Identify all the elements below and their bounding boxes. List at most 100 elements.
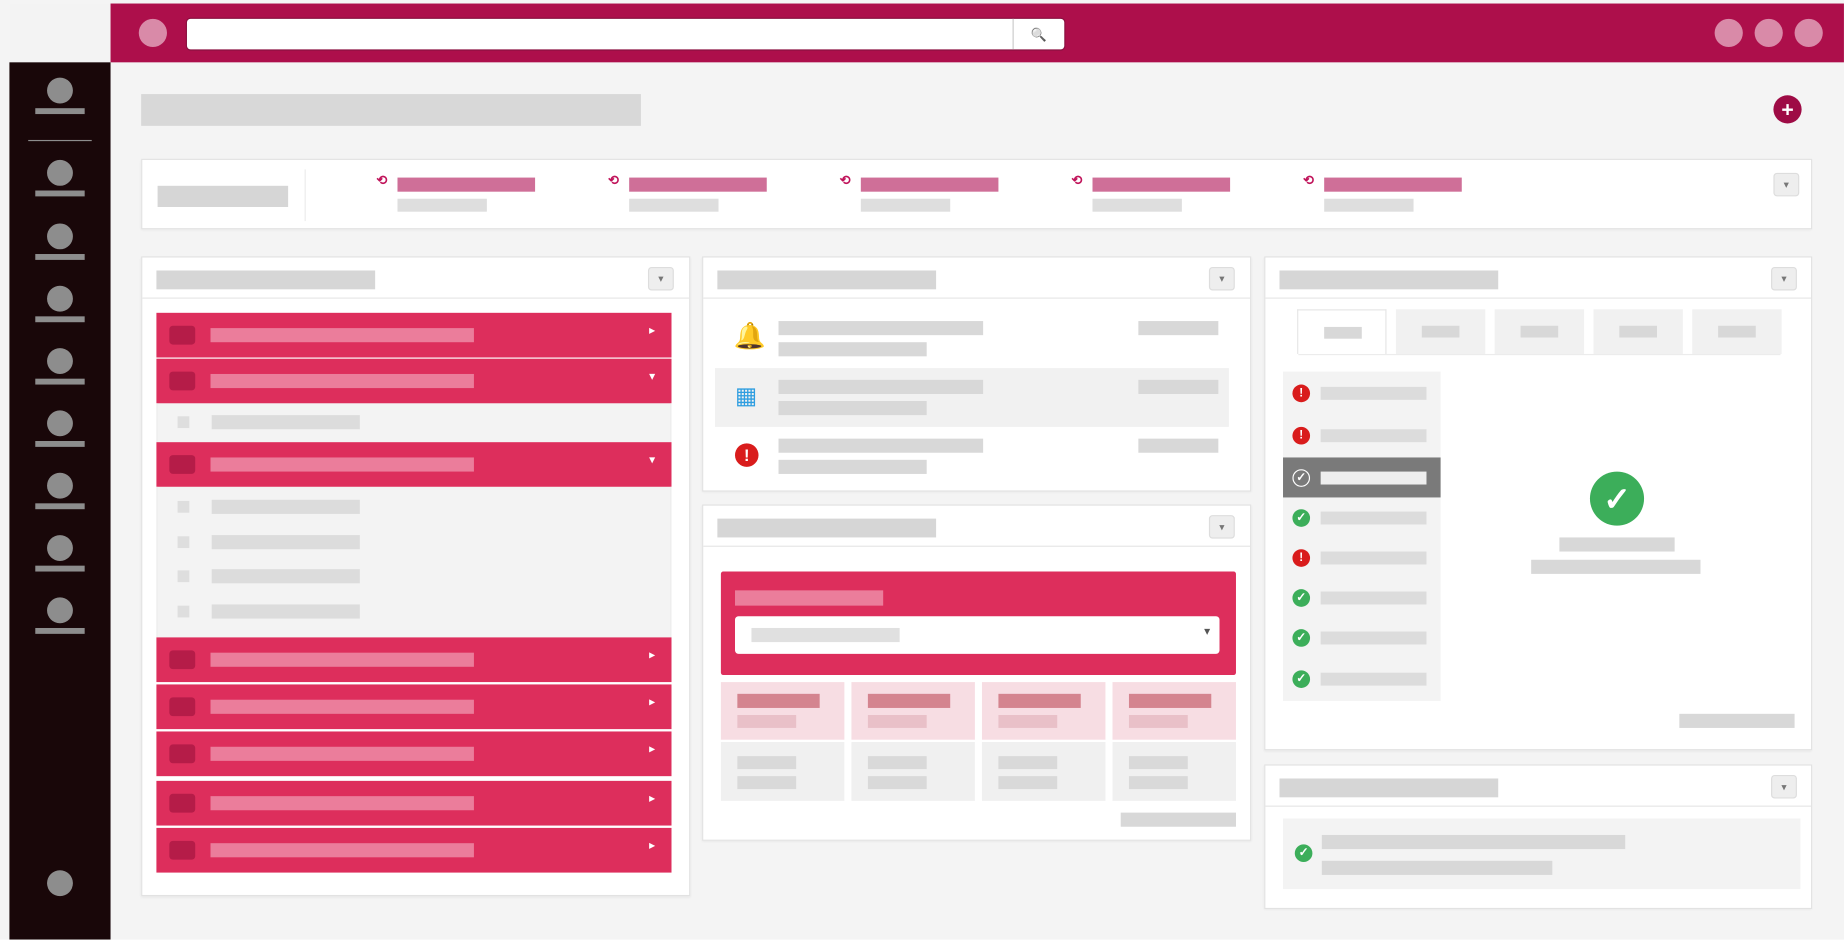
user-menu-icon[interactable] [1714, 18, 1743, 48]
success-title [1559, 537, 1675, 552]
notifications-icon[interactable] [1754, 18, 1783, 48]
settings-icon[interactable] [1794, 18, 1823, 48]
status-row[interactable]: ! [1283, 373, 1441, 413]
accordion-item-4[interactable]: ▸ [156, 637, 672, 683]
notification-row[interactable]: ! [715, 427, 1229, 486]
cell-title [867, 693, 951, 708]
sidebar-item-9[interactable] [35, 597, 85, 644]
card-collapse-button[interactable]: ▾ [1771, 266, 1797, 291]
chevron-right-icon: ▸ [649, 839, 656, 853]
add-button[interactable]: + [1773, 95, 1802, 124]
list-item[interactable] [211, 499, 360, 514]
accordion-item-6[interactable]: ▸ [156, 731, 672, 777]
grid-header-cell[interactable] [851, 682, 975, 740]
app-window: 🔍 + ▾ ▾ ▸ ▾ ▾ ▸ ▸ ▸ ▸ ▸ ▾ 🔔 ▦ ! ▾ ▾ ▾ ✓ … [0, 0, 1844, 940]
grid-value-cell[interactable] [720, 742, 845, 801]
status-label [1320, 511, 1427, 525]
status-row[interactable]: ✓ [1283, 577, 1441, 617]
metric-label [397, 177, 536, 192]
grid-header-cell[interactable] [981, 682, 1106, 740]
sidebar-item-8[interactable] [35, 535, 85, 582]
sidebar-item-4[interactable] [35, 285, 85, 333]
card-collapse-button[interactable]: ▾ [1208, 515, 1235, 539]
filter-select[interactable]: ▾ [735, 616, 1220, 654]
metric-sub [1324, 198, 1414, 212]
cell-sub [737, 715, 797, 728]
list-item[interactable] [211, 415, 360, 430]
summary-metric[interactable]: ⟲ [376, 174, 541, 216]
list-item[interactable] [211, 535, 360, 550]
status-row[interactable]: ! [1283, 415, 1441, 455]
accordion-item-1[interactable]: ▸ [156, 312, 672, 358]
status-row[interactable]: ✓ [1283, 457, 1441, 498]
sidebar-item-3[interactable] [35, 223, 85, 270]
notification-row[interactable]: ▦ [715, 368, 1229, 427]
accordion-item-8[interactable]: ▸ [156, 827, 672, 873]
metric-sub [397, 198, 487, 212]
notification-row[interactable]: 🔔 [715, 309, 1229, 368]
sidebar-item-7[interactable] [35, 472, 85, 520]
tab-2[interactable] [1395, 309, 1486, 354]
grid-header-cell[interactable] [1112, 682, 1236, 740]
activity-card: ▾ ✓ [1264, 764, 1813, 910]
card-collapse-button[interactable]: ▾ [647, 266, 674, 291]
status-label [1320, 386, 1427, 400]
tab-4[interactable] [1593, 309, 1683, 354]
history-icon: ⟲ [1071, 174, 1083, 189]
metric-label [629, 177, 767, 192]
top-bar: 🔍 [110, 3, 1844, 63]
cell-value [1128, 756, 1188, 770]
tab-3[interactable] [1494, 309, 1585, 354]
logo-area [9, 3, 111, 63]
cell-value [737, 776, 797, 790]
status-row[interactable]: ✓ [1283, 497, 1441, 537]
success-icon: ✓ [1589, 471, 1645, 526]
accordion-item-3[interactable]: ▾ [156, 442, 672, 487]
list-item[interactable] [211, 569, 360, 584]
accordion-item-5[interactable]: ▸ [156, 684, 672, 730]
tab-label [1619, 325, 1657, 338]
chevron-down-icon: ▾ [649, 370, 656, 384]
grid-value-cell[interactable] [851, 742, 975, 801]
summary-metric[interactable]: ⟲ [1303, 174, 1468, 216]
chevron-right-icon: ▸ [649, 696, 656, 710]
activity-row[interactable]: ✓ [1283, 818, 1801, 890]
status-label [1320, 631, 1427, 645]
tab-1[interactable] [1297, 309, 1387, 354]
grid-value-cell[interactable] [981, 742, 1106, 801]
card-title [717, 270, 937, 290]
card-collapse-button[interactable]: ▾ [1208, 266, 1235, 291]
tab-5[interactable] [1692, 309, 1782, 354]
sidebar-item-5[interactable] [35, 348, 85, 395]
search-input[interactable]: 🔍 [185, 17, 1066, 51]
form-footer-link[interactable] [1120, 812, 1236, 827]
search-button[interactable]: 🔍 [1012, 18, 1065, 50]
status-row[interactable]: ! [1283, 537, 1441, 577]
chevron-right-icon: ▸ [649, 792, 656, 806]
grid-value-cell[interactable] [1112, 742, 1236, 801]
sidebar-item-6[interactable] [35, 410, 85, 457]
summary-metric[interactable]: ⟲ [1071, 174, 1236, 216]
status-footer-link[interactable] [1679, 713, 1795, 728]
accordion-item-7[interactable]: ▸ [156, 780, 672, 826]
sidebar-item-1[interactable] [35, 77, 85, 125]
sidebar-footer-icon[interactable] [47, 870, 73, 897]
list-item[interactable] [211, 604, 360, 619]
bell-icon: 🔔 [733, 321, 767, 351]
summary-divider [304, 169, 306, 222]
status-row[interactable]: ✓ [1283, 659, 1441, 699]
card-collapse-button[interactable]: ▾ [1771, 774, 1797, 799]
check-circle-icon: ✓ [1292, 629, 1311, 647]
check-circle-icon: ✓ [1292, 589, 1311, 607]
status-row[interactable]: ✓ [1283, 617, 1441, 657]
cell-value [1128, 776, 1188, 790]
accordion-item-2[interactable]: ▾ [156, 358, 672, 404]
summary-metric[interactable]: ⟲ [840, 174, 1005, 216]
summary-collapse-button[interactable]: ▾ [1773, 172, 1800, 197]
card-title [156, 270, 376, 290]
sidebar-item-2[interactable] [35, 159, 85, 207]
grid-header-cell[interactable] [720, 682, 845, 740]
summary-metric[interactable]: ⟲ [608, 174, 773, 216]
card-title [717, 518, 937, 538]
app-logo-icon[interactable] [138, 18, 167, 48]
